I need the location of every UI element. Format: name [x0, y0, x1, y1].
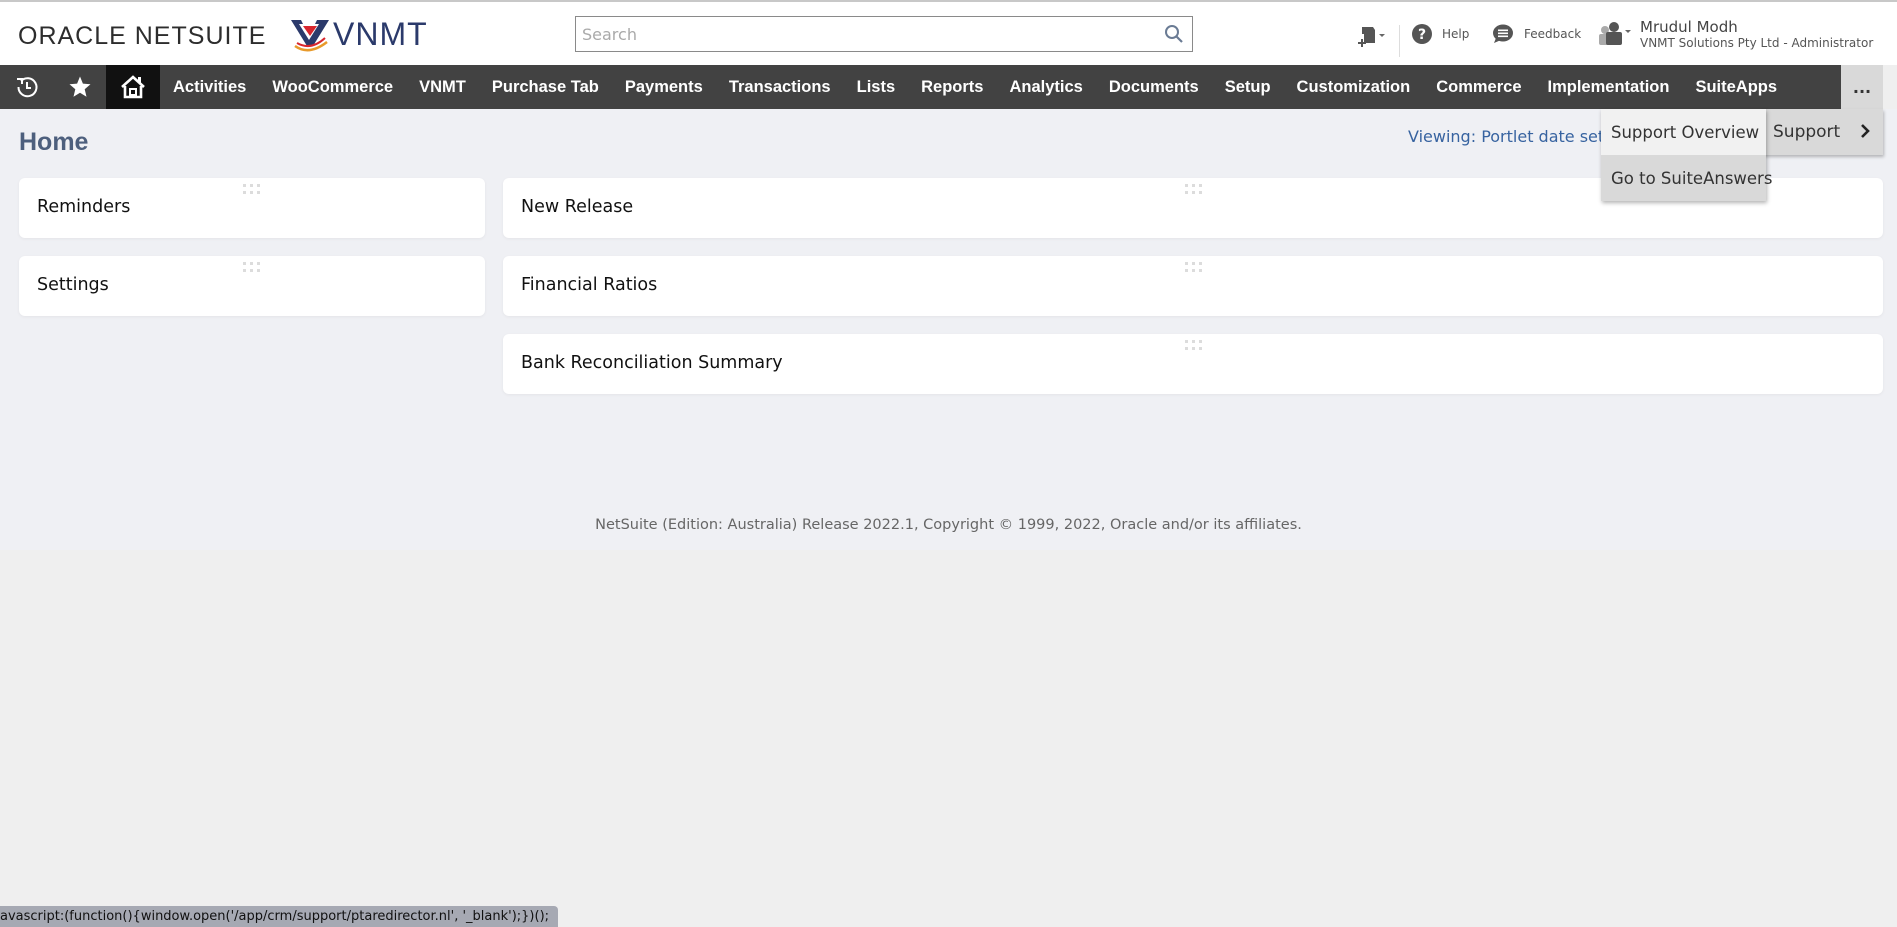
portlet-bank-reconciliation-summary: Bank Reconciliation Summary	[503, 334, 1883, 394]
browser-status-bar: avascript:(function(){window.open('/app/…	[0, 906, 558, 927]
company-logo[interactable]: VNMT	[289, 14, 428, 54]
vnmt-logo-icon	[291, 20, 329, 52]
search-input[interactable]	[576, 17, 1146, 51]
nav-item-vnmt[interactable]: VNMT	[406, 65, 479, 109]
global-search[interactable]	[575, 16, 1193, 52]
svg-text:?: ?	[1418, 27, 1426, 43]
search-icon[interactable]	[1164, 24, 1184, 44]
recent-records-icon	[16, 77, 37, 98]
feedback-label: Feedback	[1524, 27, 1582, 41]
header: ORACLE NETSUITE VNMT ? Help	[0, 2, 1897, 65]
drag-handle-icon[interactable]	[243, 262, 261, 272]
nav-item-activities[interactable]: Activities	[160, 65, 259, 109]
portlet-date-settings-link[interactable]: Viewing: Portlet date settin	[1408, 127, 1625, 146]
nav-item-purchase-tab[interactable]: Purchase Tab	[479, 65, 612, 109]
nav-item-transactions[interactable]: Transactions	[716, 65, 844, 109]
portlet-title[interactable]: New Release	[521, 197, 633, 217]
nav-item-customization[interactable]: Customization	[1284, 65, 1424, 109]
user-info: Mrudul Modh VNMT Solutions Pty Ltd - Adm…	[1640, 18, 1873, 50]
main-navigation: Activities WooCommerce VNMT Purchase Tab…	[0, 65, 1883, 109]
feedback-button[interactable]: Feedback	[1492, 24, 1581, 44]
roles-icon	[1599, 22, 1631, 45]
drag-handle-icon[interactable]	[243, 184, 261, 194]
company-logo-text: VNMT	[333, 15, 428, 52]
menu-item-support-overview[interactable]: Support Overview	[1601, 109, 1766, 155]
nav-item-implementation[interactable]: Implementation	[1535, 65, 1683, 109]
nav-item-payments[interactable]: Payments	[612, 65, 716, 109]
drag-handle-icon[interactable]	[1185, 184, 1203, 194]
logo-text-bold: ORACLE NET	[18, 22, 188, 50]
portlet-financial-ratios: Financial Ratios	[503, 256, 1883, 316]
drag-handle-icon[interactable]	[1185, 340, 1203, 350]
drag-handle-icon[interactable]	[1185, 262, 1203, 272]
menu-item-go-to-suiteanswers[interactable]: Go to SuiteAnswers	[1601, 155, 1772, 201]
create-new-icon[interactable]	[1357, 26, 1387, 48]
feedback-icon	[1493, 24, 1513, 43]
nav-item-woocommerce[interactable]: WooCommerce	[259, 65, 406, 109]
page-title: Home	[19, 128, 89, 156]
portlet-title[interactable]: Financial Ratios	[521, 275, 657, 295]
user-name: Mrudul Modh	[1640, 18, 1738, 36]
help-label: Help	[1442, 27, 1470, 41]
nav-item-analytics[interactable]: Analytics	[996, 65, 1095, 109]
help-icon: ?	[1412, 24, 1432, 44]
portlet-title[interactable]: Bank Reconciliation Summary	[521, 353, 783, 373]
nav-item-suiteapps[interactable]: SuiteApps	[1682, 65, 1790, 109]
oracle-netsuite-logo[interactable]: ORACLE NETSUITE	[18, 22, 266, 51]
nav-item-commerce[interactable]: Commerce	[1423, 65, 1534, 109]
nav-more-button[interactable]: ...	[1841, 65, 1883, 109]
menu-item-support[interactable]: Support	[1762, 109, 1883, 155]
chevron-right-icon	[1861, 124, 1870, 138]
support-submenu: Support Overview Go to SuiteAnswers	[1601, 109, 1772, 201]
portlet-title[interactable]: Settings	[37, 275, 109, 295]
nav-home[interactable]	[106, 65, 160, 109]
header-divider	[1399, 25, 1400, 57]
user-menu[interactable]: Mrudul Modh VNMT Solutions Pty Ltd - Adm…	[1598, 18, 1873, 50]
logo-text-light: SUITE	[187, 22, 267, 50]
portlet-settings: Settings	[19, 256, 485, 316]
nav-item-setup[interactable]: Setup	[1212, 65, 1284, 109]
copyright-footer: NetSuite (Edition: Australia) Release 20…	[595, 517, 1302, 533]
nav-item-reports[interactable]: Reports	[908, 65, 996, 109]
portlet-reminders: Reminders	[19, 178, 485, 238]
help-button[interactable]: ? Help	[1412, 24, 1469, 44]
home-icon	[121, 75, 145, 99]
nav-item-documents[interactable]: Documents	[1096, 65, 1212, 109]
user-role: VNMT Solutions Pty Ltd - Administrator	[1640, 36, 1874, 50]
nav-item-lists[interactable]: Lists	[844, 65, 909, 109]
portlet-title[interactable]: Reminders	[37, 197, 130, 217]
menu-item-support-label: Support	[1773, 122, 1841, 142]
nav-favorites[interactable]	[53, 65, 106, 109]
nav-recent-records[interactable]	[0, 65, 53, 109]
star-icon	[69, 76, 90, 97]
